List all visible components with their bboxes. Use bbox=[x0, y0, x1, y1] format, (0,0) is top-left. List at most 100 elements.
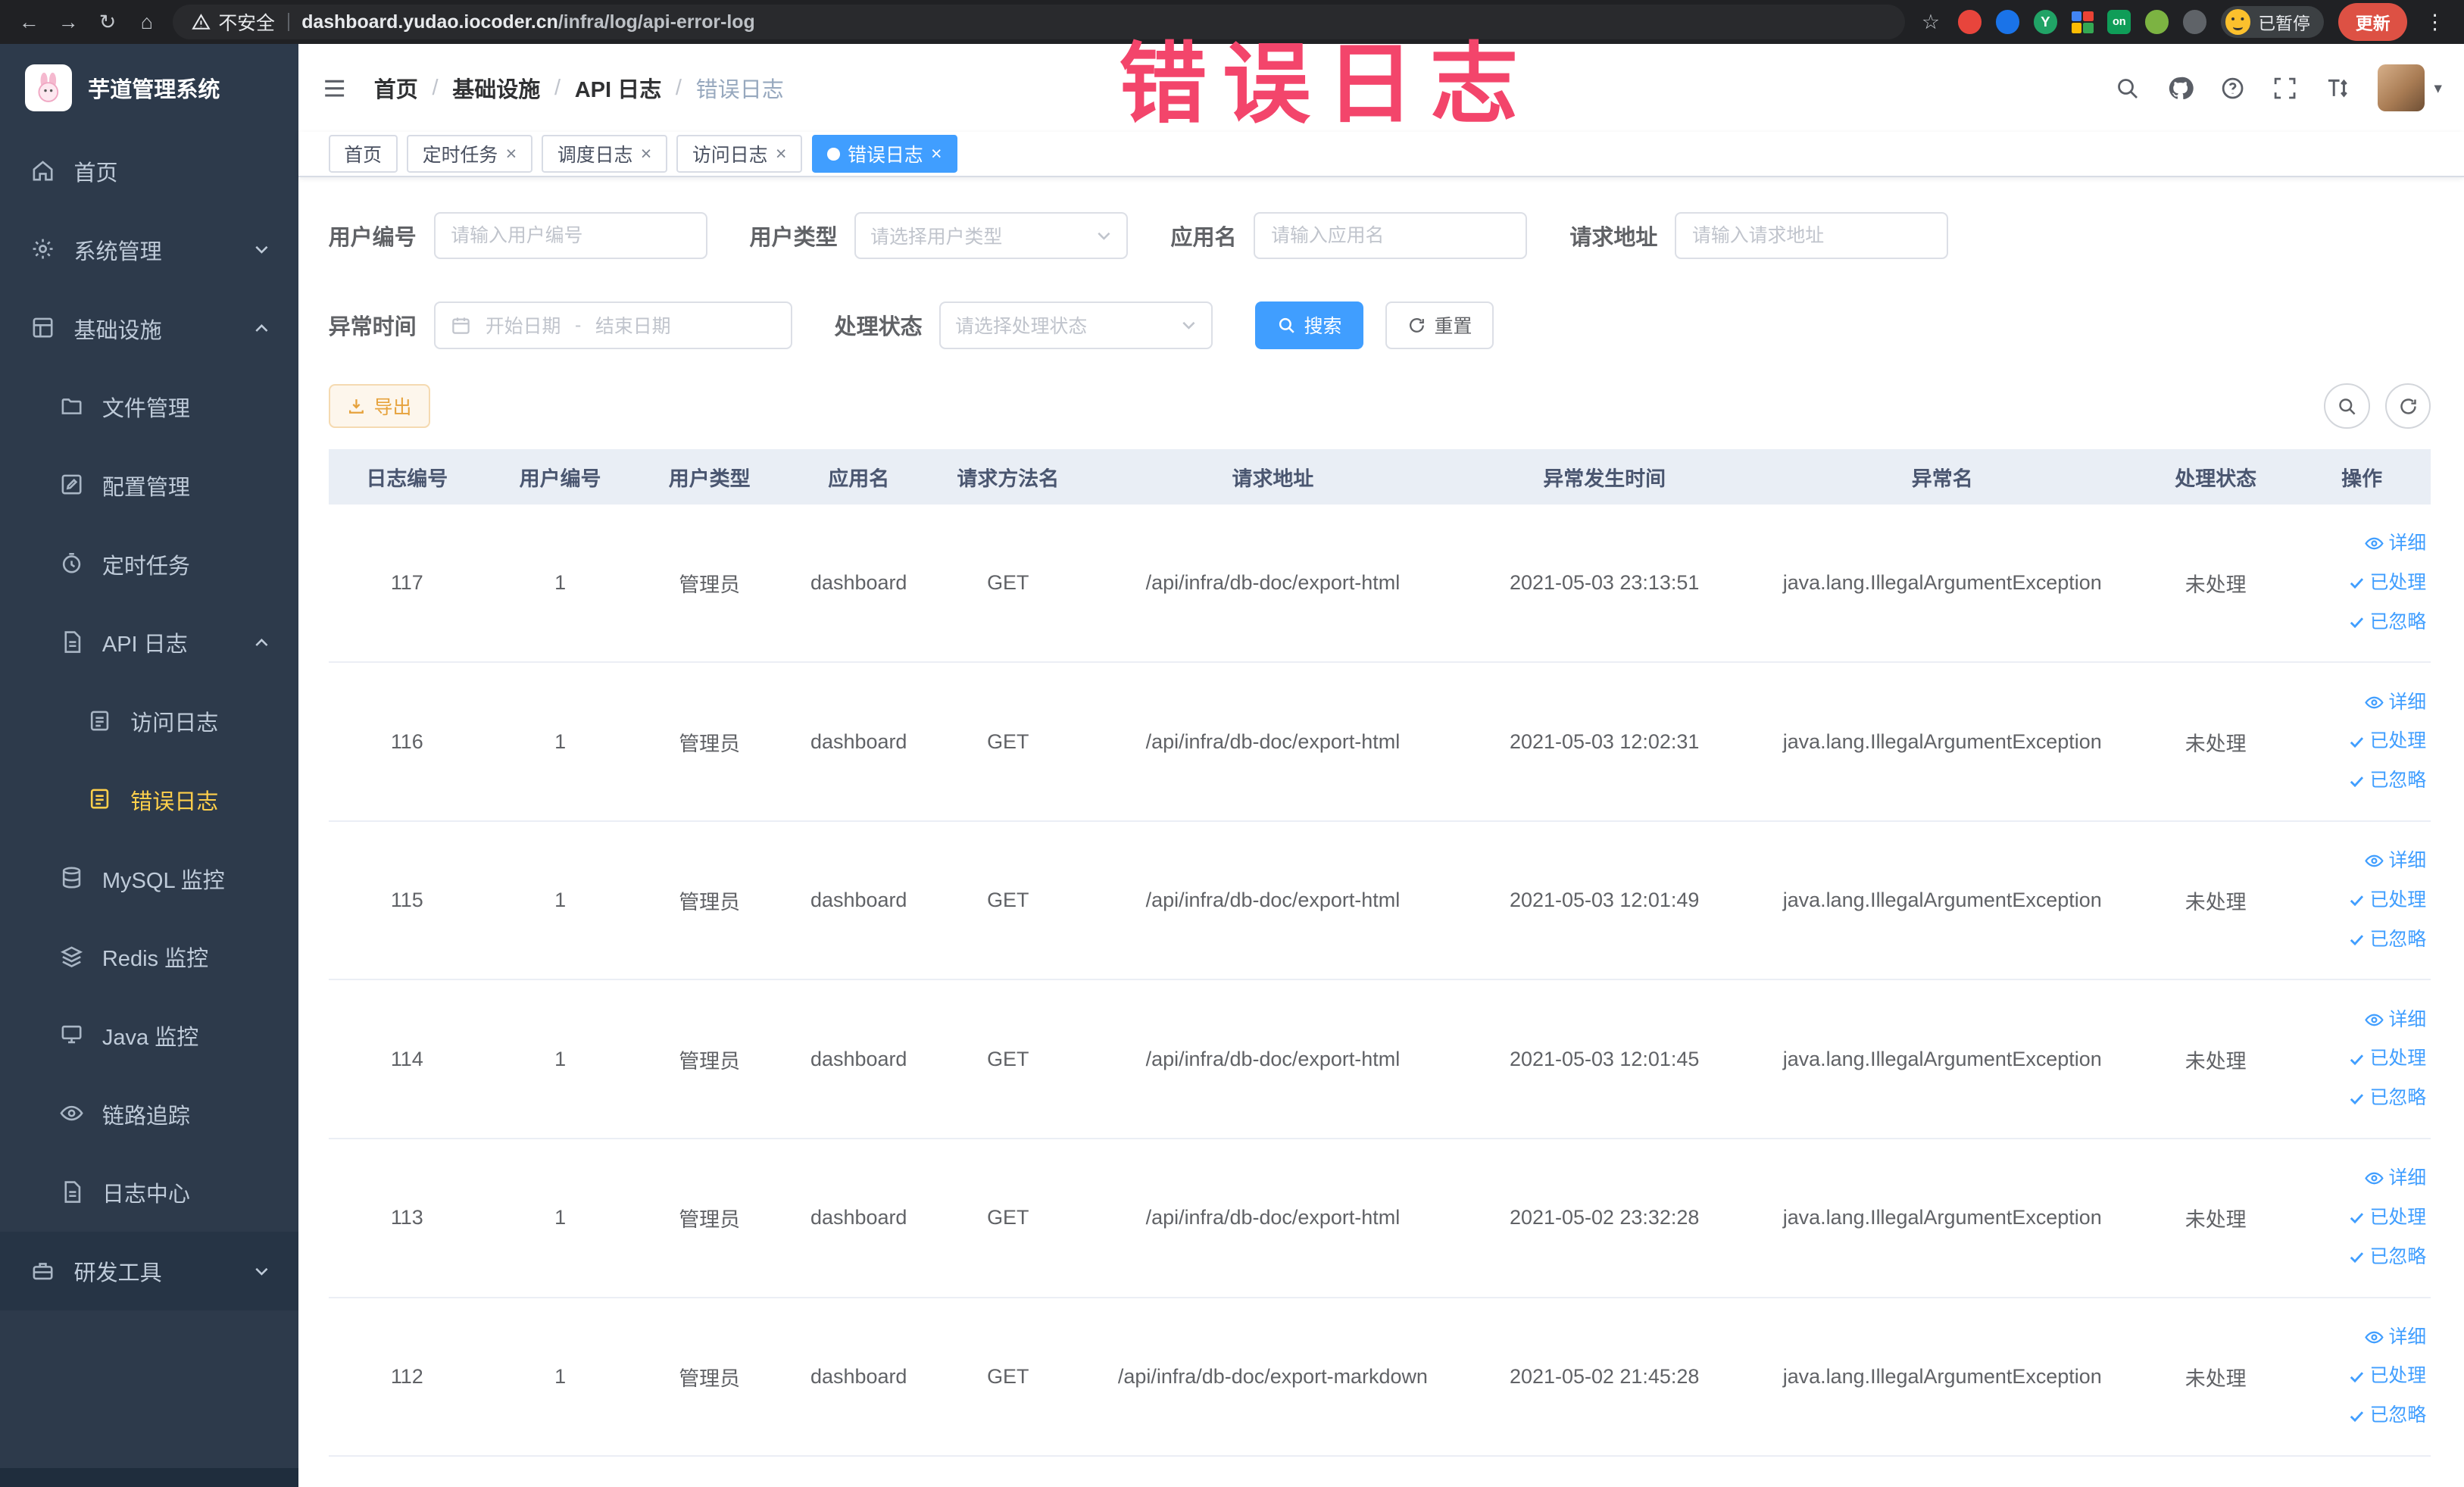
sidebar-item-java-monitor[interactable]: Java 监控 bbox=[0, 996, 298, 1075]
close-icon[interactable]: × bbox=[776, 144, 787, 164]
sidebar-item-home[interactable]: 首页 bbox=[0, 132, 298, 211]
cell-exception-name: java.lang.IllegalArgumentException bbox=[1782, 1206, 2102, 1229]
extension-drop-icon[interactable] bbox=[1996, 10, 2020, 34]
processed-link[interactable]: 已处理 bbox=[2348, 1359, 2426, 1394]
user-menu[interactable]: ▾ bbox=[2377, 64, 2442, 112]
extension-leaf-icon[interactable] bbox=[2145, 10, 2169, 34]
cell-exception-time: 2021-05-02 23:32:28 bbox=[1510, 1206, 1700, 1229]
close-icon[interactable]: × bbox=[641, 144, 652, 164]
exception-time-label: 异常时间 bbox=[328, 315, 417, 340]
close-icon[interactable]: × bbox=[931, 144, 942, 164]
breadcrumb-item[interactable]: 基础设施 bbox=[452, 72, 540, 104]
ignored-link[interactable]: 已忽略 bbox=[2348, 764, 2426, 798]
tab-home[interactable]: 首页 bbox=[328, 135, 398, 173]
sidebar-item-infrastructure[interactable]: 基础设施 bbox=[0, 289, 298, 368]
font-size-icon[interactable] bbox=[2324, 75, 2350, 102]
sidebar-item-access-log[interactable]: 访问日志 bbox=[0, 682, 298, 761]
sidebar-item-system-mgmt[interactable]: 系统管理 bbox=[0, 211, 298, 289]
tab-access-log[interactable]: 访问日志 × bbox=[676, 135, 803, 173]
logo[interactable]: 芋道管理系统 bbox=[0, 44, 298, 132]
sidebar-item-mysql-monitor[interactable]: MySQL 监控 bbox=[0, 839, 298, 918]
table-body: 117 1 管理员 dashboard GET/api/infra/db-doc/exp… bbox=[328, 505, 2431, 1457]
ignored-link[interactable]: 已忽略 bbox=[2348, 1398, 2426, 1433]
cell-method: GET bbox=[987, 571, 1029, 595]
cell-actions: 详细已处理已忽略 bbox=[2293, 1003, 2431, 1116]
browser-reload-icon[interactable]: ↻ bbox=[94, 11, 120, 34]
ignored-link[interactable]: 已忽略 bbox=[2348, 1081, 2426, 1116]
search-icon[interactable] bbox=[2115, 76, 2140, 101]
extension-on-icon[interactable]: on bbox=[2107, 10, 2131, 34]
check-icon bbox=[2348, 614, 2366, 631]
processed-link[interactable]: 已处理 bbox=[2348, 1042, 2426, 1076]
app-name-input[interactable] bbox=[1254, 212, 1528, 260]
toggle-search-button[interactable] bbox=[2324, 383, 2370, 430]
fullscreen-icon[interactable] bbox=[2272, 76, 2297, 101]
browser-forward-icon[interactable]: → bbox=[55, 11, 82, 34]
bookmark-star-icon[interactable]: ☆ bbox=[1917, 11, 1944, 34]
extension-y-icon[interactable]: Y bbox=[2033, 10, 2057, 34]
detail-link[interactable]: 详细 bbox=[2365, 526, 2426, 561]
url-path: /infra/log/api-error-log bbox=[557, 11, 755, 33]
security-chip[interactable]: 不安全 bbox=[192, 8, 275, 36]
hamburger-icon[interactable] bbox=[320, 74, 348, 102]
user-type-select[interactable]: 请选择用户类型 bbox=[854, 212, 1129, 260]
reset-button[interactable]: 重置 bbox=[1385, 301, 1494, 349]
detail-link[interactable]: 详细 bbox=[2365, 1161, 2426, 1196]
browser-menu-icon[interactable]: ⋮ bbox=[2422, 11, 2448, 34]
cell-request-url: /api/infra/db-doc/export-html bbox=[1145, 571, 1401, 595]
processed-link[interactable]: 已处理 bbox=[2348, 724, 2426, 759]
paused-badge[interactable]: 已暂停 bbox=[2220, 6, 2325, 38]
update-button[interactable]: 更新 bbox=[2338, 3, 2408, 41]
layers-icon bbox=[60, 945, 85, 970]
tab-scheduled-jobs[interactable]: 定时任务 × bbox=[407, 135, 532, 173]
cell-user-type: 管理员 bbox=[679, 1208, 741, 1232]
date-range-picker[interactable]: 开始日期 - 结束日期 bbox=[433, 301, 792, 349]
user-id-input[interactable] bbox=[433, 212, 707, 260]
extension-grid-icon[interactable] bbox=[2071, 11, 2094, 33]
breadcrumb-item[interactable]: 首页 bbox=[374, 72, 418, 104]
cell-method: GET bbox=[987, 1364, 1029, 1388]
detail-link[interactable]: 详细 bbox=[2365, 1320, 2426, 1355]
detail-link[interactable]: 详细 bbox=[2365, 686, 2426, 720]
sidebar-item-redis-monitor[interactable]: Redis 监控 bbox=[0, 917, 298, 996]
ignored-link[interactable]: 已忽略 bbox=[2348, 1240, 2426, 1275]
sidebar-item-config-mgmt[interactable]: 配置管理 bbox=[0, 446, 298, 525]
ignored-link[interactable]: 已忽略 bbox=[2348, 923, 2426, 957]
cell-status: 未处理 bbox=[2184, 891, 2247, 914]
detail-link[interactable]: 详细 bbox=[2365, 844, 2426, 879]
ignored-link[interactable]: 已忽略 bbox=[2348, 605, 2426, 640]
sidebar-item-api-log[interactable]: API 日志 bbox=[0, 604, 298, 683]
sidebar-item-error-log[interactable]: 错误日志 bbox=[0, 761, 298, 839]
sidebar-item-log-center[interactable]: 日志中心 bbox=[0, 1154, 298, 1232]
process-status-select[interactable]: 请选择处理状态 bbox=[939, 301, 1213, 349]
sidebar-item-scheduled-jobs[interactable]: 定时任务 bbox=[0, 525, 298, 604]
sidebar-item-trace[interactable]: 链路追踪 bbox=[0, 1075, 298, 1154]
processed-link[interactable]: 已处理 bbox=[2348, 883, 2426, 918]
tab-error-log[interactable]: 错误日志 × bbox=[811, 135, 958, 173]
sidebar-item-file-mgmt[interactable]: 文件管理 bbox=[0, 367, 298, 446]
search-button[interactable]: 搜索 bbox=[1255, 301, 1364, 349]
close-icon[interactable]: × bbox=[506, 144, 517, 164]
export-button[interactable]: 导出 bbox=[328, 384, 431, 429]
github-icon[interactable] bbox=[2167, 75, 2194, 102]
processed-link[interactable]: 已处理 bbox=[2348, 566, 2426, 601]
browser-chrome: ← → ↻ ⌂ 不安全 dashboard.yudao.iocoder.cn/i… bbox=[0, 0, 2464, 45]
refresh-button[interactable] bbox=[2385, 383, 2431, 430]
tab-dispatch-log[interactable]: 调度日志 × bbox=[542, 135, 667, 173]
table-row: 114 1 管理员 dashboard GET/api/infra/db-doc/exp… bbox=[328, 980, 2431, 1140]
browser-home-icon[interactable]: ⌂ bbox=[133, 11, 160, 34]
extension-paw-icon[interactable] bbox=[2182, 10, 2206, 34]
breadcrumb-item[interactable]: API 日志 bbox=[575, 72, 662, 104]
monitor-icon bbox=[60, 1023, 85, 1048]
sidebar-item-dev-tools[interactable]: 研发工具 bbox=[0, 1232, 299, 1311]
detail-link[interactable]: 详细 bbox=[2365, 1003, 2426, 1038]
processed-link[interactable]: 已处理 bbox=[2348, 1201, 2426, 1236]
help-icon[interactable] bbox=[2220, 76, 2245, 101]
cell-user-type: 管理员 bbox=[679, 1367, 741, 1390]
address-bar[interactable]: 不安全 dashboard.yudao.iocoder.cn/infra/log… bbox=[173, 5, 1905, 39]
extension-red-icon[interactable] bbox=[1958, 10, 1982, 34]
request-url-input[interactable] bbox=[1675, 212, 1949, 260]
breadcrumb: 首页 / 基础设施 / API 日志 / 错误日志 bbox=[374, 72, 784, 104]
logo-image bbox=[25, 64, 73, 112]
browser-back-icon[interactable]: ← bbox=[16, 11, 42, 34]
